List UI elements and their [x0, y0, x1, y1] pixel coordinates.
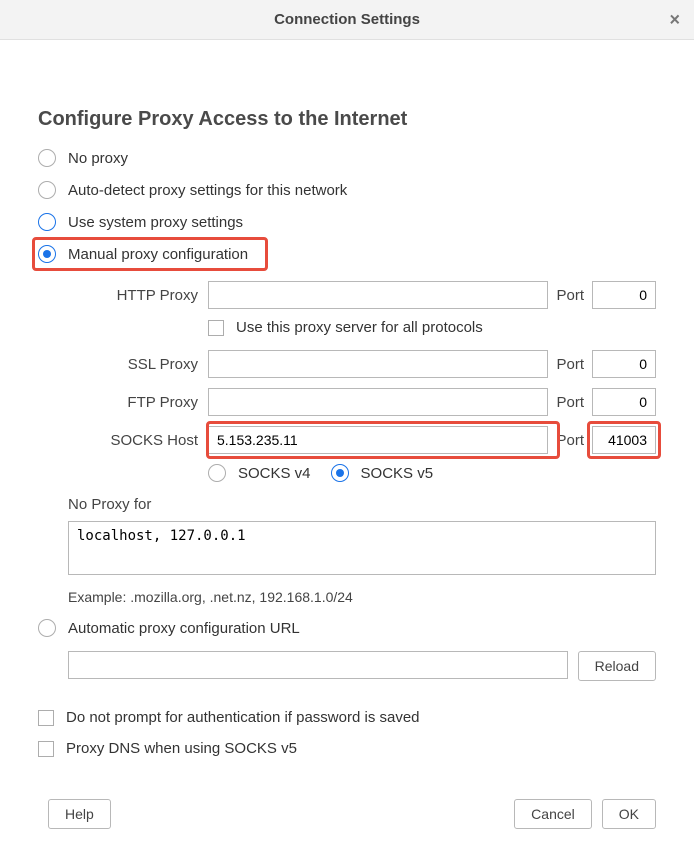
radio-manual[interactable]: [38, 245, 56, 263]
ssl-port-input[interactable]: [592, 350, 656, 378]
ssl-proxy-input[interactable]: [208, 350, 548, 378]
section-heading: Configure Proxy Access to the Internet: [38, 108, 656, 131]
ssl-proxy-label: SSL Proxy: [68, 356, 208, 373]
close-icon[interactable]: ×: [669, 9, 680, 30]
check-proxy-dns-socks5[interactable]: [38, 741, 54, 757]
radio-auto-detect[interactable]: [38, 181, 56, 199]
noproxy-for-label: No Proxy for: [68, 496, 656, 513]
radio-auto-config-url-label: Automatic proxy configuration URL: [68, 620, 300, 637]
noproxy-textarea[interactable]: [68, 521, 656, 575]
radio-no-proxy[interactable]: [38, 149, 56, 167]
socks-host-label: SOCKS Host: [68, 432, 208, 449]
socks-host-input[interactable]: [208, 426, 548, 454]
ssl-port-label: Port: [548, 356, 592, 373]
radio-auto-detect-label: Auto-detect proxy settings for this netw…: [68, 182, 347, 199]
ftp-port-label: Port: [548, 394, 592, 411]
reload-button[interactable]: Reload: [578, 651, 656, 681]
radio-auto-config-url[interactable]: [38, 619, 56, 637]
ftp-port-input[interactable]: [592, 388, 656, 416]
check-proxy-dns-socks5-label: Proxy DNS when using SOCKS v5: [66, 740, 297, 757]
cancel-button[interactable]: Cancel: [514, 799, 592, 829]
help-button[interactable]: Help: [48, 799, 111, 829]
auto-config-url-input[interactable]: [68, 651, 568, 679]
check-no-auth-prompt-label: Do not prompt for authentication if pass…: [66, 709, 420, 726]
radio-use-system-label: Use system proxy settings: [68, 214, 243, 231]
radio-socks-v5-label: SOCKS v5: [361, 465, 434, 482]
dialog-titlebar: Connection Settings ×: [0, 0, 694, 40]
radio-no-proxy-label: No proxy: [68, 150, 128, 167]
http-port-input[interactable]: [592, 281, 656, 309]
radio-socks-v4[interactable]: [208, 464, 226, 482]
ftp-proxy-input[interactable]: [208, 388, 548, 416]
check-use-all-protocols[interactable]: [208, 320, 224, 336]
ok-button[interactable]: OK: [602, 799, 656, 829]
radio-socks-v4-label: SOCKS v4: [238, 465, 311, 482]
radio-socks-v5[interactable]: [331, 464, 349, 482]
radio-use-system[interactable]: [38, 213, 56, 231]
check-use-all-protocols-label: Use this proxy server for all protocols: [236, 319, 483, 336]
socks-port-input[interactable]: [592, 426, 656, 454]
socks-port-label: Port: [548, 432, 592, 449]
check-no-auth-prompt[interactable]: [38, 710, 54, 726]
http-port-label: Port: [548, 287, 592, 304]
radio-manual-label: Manual proxy configuration: [68, 246, 248, 263]
ftp-proxy-label: FTP Proxy: [68, 394, 208, 411]
dialog-title: Connection Settings: [274, 11, 420, 28]
noproxy-example: Example: .mozilla.org, .net.nz, 192.168.…: [68, 589, 656, 605]
http-proxy-label: HTTP Proxy: [68, 287, 208, 304]
http-proxy-input[interactable]: [208, 281, 548, 309]
